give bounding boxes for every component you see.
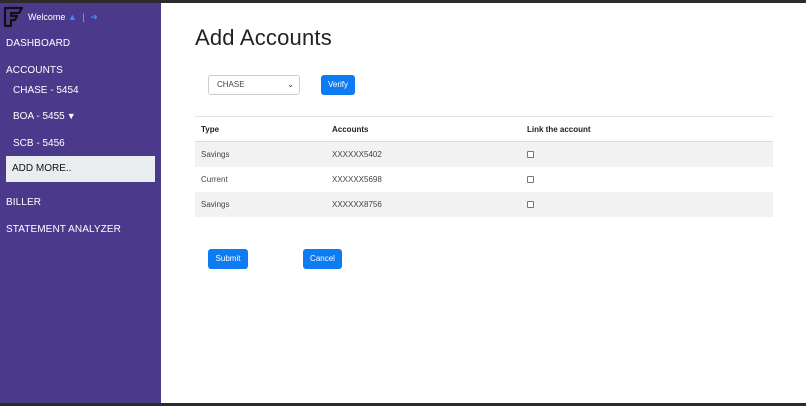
link-account-checkbox[interactable] xyxy=(527,201,534,208)
thumbs-down-icon: ▼ xyxy=(66,111,76,121)
logout-icon[interactable]: ➜ xyxy=(90,12,98,22)
table-row: Savings XXXXXX5402 xyxy=(195,142,773,167)
account-number: XXXXXX5402 xyxy=(332,150,382,159)
link-cell xyxy=(527,192,534,217)
column-header-accounts: Accounts xyxy=(332,124,369,134)
account-type: Savings xyxy=(201,150,230,159)
table-row: Current XXXXXX5698 xyxy=(195,167,773,192)
sidebar-item-boa[interactable]: BOA - 5455 ▼ xyxy=(13,111,76,122)
app-logo-icon xyxy=(3,6,24,28)
account-type: Savings xyxy=(201,200,230,209)
sidebar: Welcome ▲ | ➜ DASHBOARD ACCOUNTS CHASE -… xyxy=(0,3,161,403)
welcome-text: Welcome ▲ | ➜ xyxy=(28,12,98,23)
main-content: Add Accounts CHASE ⌄ Verify Type Account… xyxy=(161,3,806,403)
page-title: Add Accounts xyxy=(195,25,332,50)
column-header-link: Link the account xyxy=(527,124,591,134)
sidebar-item-biller[interactable]: BILLER xyxy=(6,197,41,208)
bank-select[interactable]: CHASE ⌄ xyxy=(208,75,300,95)
cancel-button[interactable]: Cancel xyxy=(303,249,342,269)
chevron-down-icon: ⌄ xyxy=(287,80,294,89)
verify-button[interactable]: Verify xyxy=(321,75,355,95)
link-cell xyxy=(527,142,534,167)
sidebar-item-dashboard[interactable]: DASHBOARD xyxy=(6,38,70,49)
account-number: XXXXXX8756 xyxy=(332,200,382,209)
user-icon[interactable]: ▲ xyxy=(68,12,77,22)
welcome-separator: | xyxy=(82,11,85,22)
sidebar-item-chase[interactable]: CHASE - 5454 xyxy=(13,85,79,96)
link-account-checkbox[interactable] xyxy=(527,176,534,183)
bank-select-value: CHASE xyxy=(217,80,245,89)
brand: Welcome ▲ | ➜ xyxy=(3,5,98,29)
link-account-checkbox[interactable] xyxy=(527,151,534,158)
account-type: Current xyxy=(201,175,228,184)
submit-button[interactable]: Submit xyxy=(208,249,248,269)
sidebar-item-accounts[interactable]: ACCOUNTS xyxy=(6,65,63,76)
sidebar-item-statement-analyzer[interactable]: STATEMENT ANALYZER xyxy=(6,224,121,235)
sidebar-item-boa-label: BOA - 5455 xyxy=(13,111,65,122)
column-header-type: Type xyxy=(201,124,220,134)
account-number: XXXXXX5698 xyxy=(332,175,382,184)
table-row: Savings XXXXXX8756 xyxy=(195,192,773,217)
sidebar-item-add-more[interactable]: ADD MORE.. xyxy=(6,156,155,182)
table-header: Type Accounts Link the account xyxy=(195,116,773,142)
welcome-label: Welcome xyxy=(28,11,66,22)
accounts-table: Type Accounts Link the account Savings X… xyxy=(195,116,773,217)
link-cell xyxy=(527,167,534,192)
sidebar-item-scb[interactable]: SCB - 5456 xyxy=(13,138,65,149)
